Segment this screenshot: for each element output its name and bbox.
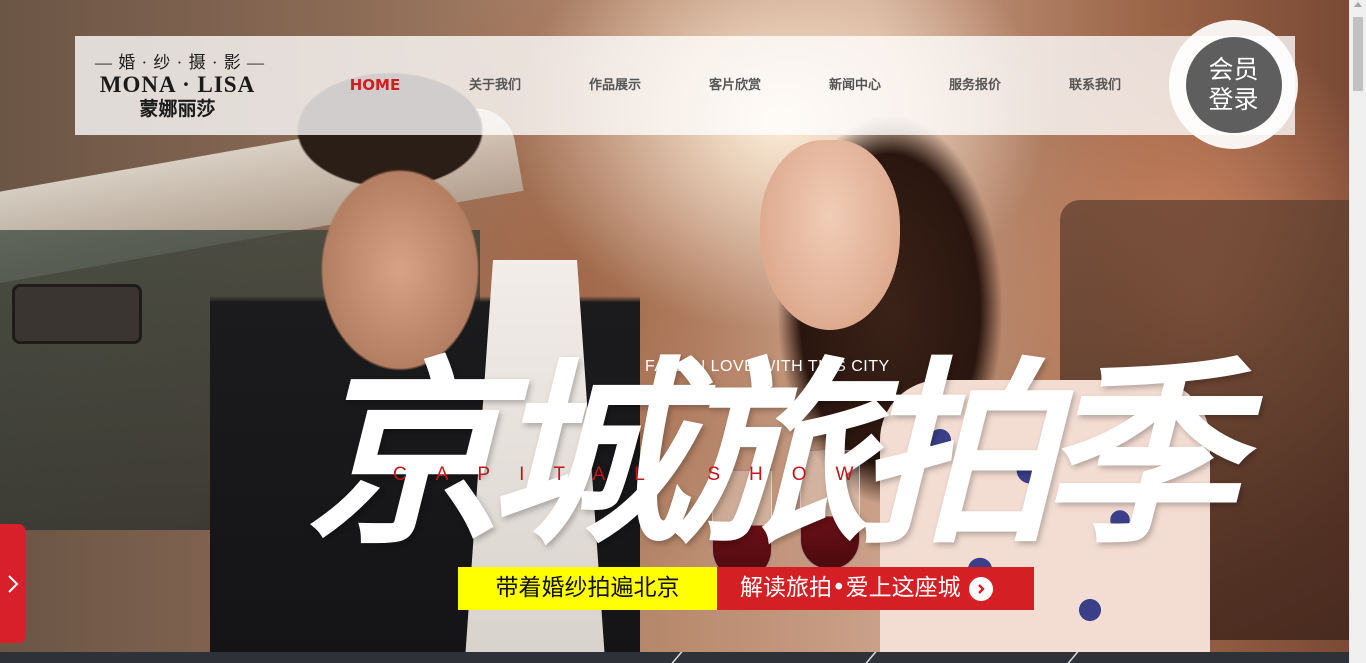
- bride-face-image: [760, 140, 900, 330]
- pagination-divider: [671, 652, 683, 663]
- pagination-divider: [865, 652, 877, 663]
- vertical-scrollbar[interactable]: [1349, 0, 1366, 663]
- member-login-line1: 会员: [1208, 54, 1259, 84]
- member-login-line2: 登录: [1208, 84, 1259, 114]
- chevron-right-circle-icon: [968, 576, 993, 601]
- logo-brand-chinese: 蒙娜丽莎: [139, 98, 216, 120]
- logo-brand: MONA · LISA: [99, 72, 256, 97]
- tagline-yellow: 带着婚纱拍遍北京: [458, 567, 717, 610]
- read-more-button[interactable]: 解读旅拍•爱上这座城: [717, 567, 1034, 610]
- slider-next-button[interactable]: [0, 524, 25, 643]
- member-login-button[interactable]: 会员 登录: [1185, 36, 1282, 133]
- slider-pagination-strip: [0, 652, 1349, 663]
- nav-item-home[interactable]: HOME: [315, 36, 435, 135]
- pagination-divider: [1067, 652, 1079, 663]
- nav-item-client-gallery[interactable]: 客片欣赏: [675, 36, 795, 135]
- nav-item-about[interactable]: 关于我们: [435, 36, 555, 135]
- nav-item-portfolio[interactable]: 作品展示: [555, 36, 675, 135]
- scroll-up-arrow-icon[interactable]: [1354, 2, 1362, 7]
- read-more-label: 解读旅拍•爱上这座城: [740, 575, 961, 601]
- banner-subtitle-english: CAPITAL SHOW: [393, 464, 883, 485]
- chevron-right-icon: [7, 574, 18, 593]
- scrollbar-thumb[interactable]: [1353, 17, 1363, 91]
- nav-item-pricing[interactable]: 服务报价: [915, 36, 1035, 135]
- site-header: — 婚 · 纱 · 摄 · 影 — MONA · LISA 蒙娜丽莎 HOME …: [75, 36, 1295, 135]
- main-nav: HOME 关于我们 作品展示 客片欣赏 新闻中心 服务报价 联系我们 在线订单: [315, 36, 1275, 135]
- car-mirror-image: [12, 284, 142, 344]
- nav-item-contact[interactable]: 联系我们: [1035, 36, 1155, 135]
- logo-tagline: — 婚 · 纱 · 摄 · 影 —: [95, 53, 265, 72]
- nav-item-news[interactable]: 新闻中心: [795, 36, 915, 135]
- member-login-badge: 会员 登录: [1169, 20, 1298, 149]
- site-logo[interactable]: — 婚 · 纱 · 摄 · 影 — MONA · LISA 蒙娜丽莎: [95, 48, 265, 121]
- banner-title: 京城旅拍季: [305, 338, 1239, 571]
